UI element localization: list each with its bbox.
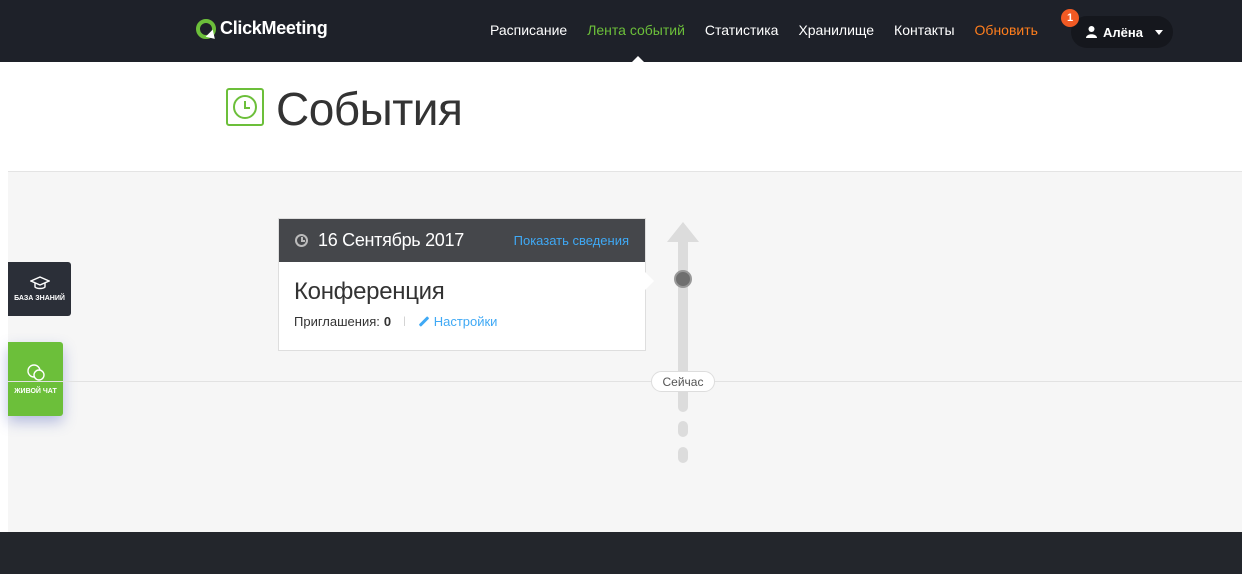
event-card-header: 16 Сентябрь 2017 Показать сведения [279, 219, 645, 262]
page-footer [0, 532, 1242, 574]
user-menu-button[interactable]: Алёна [1071, 16, 1173, 48]
clickmeeting-logo[interactable]: ClickMeeting [196, 18, 328, 39]
nav-storage[interactable]: Хранилище [798, 22, 874, 38]
user-name: Алёна [1103, 24, 1143, 40]
show-details-link[interactable]: Показать сведения [514, 233, 629, 248]
main-nav: Расписание Лента событий Статистика Хран… [490, 22, 1038, 38]
live-chat-widget[interactable]: ЖИВОЙ ЧАТ [8, 342, 63, 416]
timeline-event-dot [674, 270, 692, 288]
top-navbar: ClickMeeting Расписание Лента событий Ст… [0, 0, 1242, 62]
timeline-arrow-up [667, 222, 699, 242]
nav-contacts[interactable]: Контакты [894, 22, 954, 38]
clock-icon [226, 88, 264, 126]
event-card: 16 Сентябрь 2017 Показать сведения Конфе… [278, 218, 646, 351]
left-edge-strip [0, 62, 8, 532]
now-divider-line [8, 381, 1242, 382]
nav-schedule[interactable]: Расписание [490, 22, 567, 38]
pencil-icon [418, 316, 430, 327]
page-title: События [276, 83, 463, 135]
notification-badge[interactable]: 1 [1061, 9, 1079, 27]
clock-icon [295, 234, 308, 247]
chat-bubbles-icon [26, 363, 45, 381]
chevron-down-icon [1154, 29, 1163, 35]
settings-link-label: Настройки [433, 314, 498, 329]
event-title[interactable]: Конференция [294, 278, 630, 306]
knowledge-base-widget[interactable]: БАЗА ЗНАНИЙ [8, 262, 71, 316]
settings-link[interactable]: Настройки [418, 314, 498, 329]
now-marker: Сейчас [651, 371, 715, 392]
invitations-count: 0 [383, 314, 392, 329]
nav-event-feed[interactable]: Лента событий [587, 22, 685, 38]
graduation-cap-icon [29, 276, 50, 290]
timeline-dash [678, 421, 688, 437]
live-chat-label: ЖИВОЙ ЧАТ [14, 387, 57, 395]
knowledge-base-label: БАЗА ЗНАНИЙ [14, 295, 65, 302]
logo-text: ClickMeeting [220, 18, 328, 38]
event-card-pointer [645, 272, 654, 290]
user-icon [1086, 26, 1097, 38]
nav-upgrade[interactable]: Обновить [975, 22, 1038, 38]
nav-statistics[interactable]: Статистика [705, 22, 779, 38]
invitations-label: Приглашения: [294, 314, 380, 329]
timeline-dash [678, 447, 688, 463]
event-date: 16 Сентябрь 2017 [318, 230, 464, 250]
page-header: События [8, 62, 1242, 172]
meta-separator: | [403, 316, 406, 327]
logo-icon [196, 18, 216, 39]
